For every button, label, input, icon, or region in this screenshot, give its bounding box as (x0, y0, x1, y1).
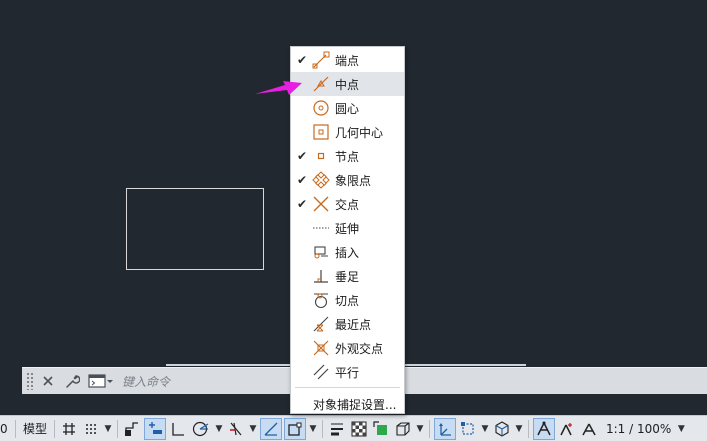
dynamic-input-icon[interactable] (144, 417, 166, 440)
auto-scale-icon[interactable] (557, 418, 577, 440)
quadrant-icon (312, 171, 330, 189)
snap-dots-icon[interactable] (81, 418, 101, 440)
menu-item-label: 延伸 (335, 221, 360, 236)
close-icon[interactable] (38, 371, 58, 391)
menu-item-intersection[interactable]: ✔ 交点 (291, 192, 404, 216)
model-space-button[interactable]: 模型 (20, 418, 50, 440)
menu-item-node[interactable]: ✔ 节点 (291, 144, 404, 168)
menu-item-label: 端点 (335, 53, 360, 68)
drag-grip-icon[interactable] (26, 372, 34, 390)
intersection-icon (313, 196, 329, 212)
gizmo-dropdown-icon[interactable]: ▼ (514, 418, 524, 440)
status-clipped-text: 0 (0, 421, 8, 436)
3d-snap-dropdown-icon[interactable]: ▼ (415, 418, 425, 440)
menu-item-label: 圆心 (335, 101, 360, 116)
transparency-icon[interactable] (349, 418, 369, 440)
checkmark: ✔ (297, 149, 308, 163)
menu-item-label: 中点 (335, 77, 360, 92)
rectangle-shape[interactable] (126, 188, 264, 270)
nearest-icon (313, 316, 329, 332)
apparent-intersection-icon (313, 340, 329, 356)
menu-item-label: 垂足 (335, 269, 360, 284)
menu-item-apparent-intersection[interactable]: 外观交点 (291, 336, 404, 360)
snap-dropdown-icon[interactable]: ▼ (103, 418, 113, 440)
center-icon (313, 100, 329, 116)
grid-icon[interactable] (59, 418, 79, 440)
insert-icon (314, 246, 328, 259)
menu-item-insert[interactable]: 插入 (291, 240, 404, 264)
endpoint-icon (312, 51, 330, 69)
perpendicular-icon (314, 270, 328, 283)
command-window-icon[interactable] (86, 371, 116, 391)
menu-item-label: 交点 (335, 197, 360, 212)
isodraft-icon[interactable] (226, 418, 246, 440)
menu-item-label: 对象捕捉设置... (313, 397, 397, 412)
selection-filter-dropdown-icon[interactable]: ▼ (480, 418, 490, 440)
wrench-icon[interactable] (62, 371, 82, 391)
object-snap-settings-item[interactable]: 对象捕捉设置... (291, 392, 404, 416)
dynamic-ucs-icon[interactable] (434, 417, 456, 440)
menu-item-parallel[interactable]: 平行 (291, 360, 404, 384)
object-snap-tracking-icon[interactable] (260, 417, 282, 440)
annotation-scale-icon[interactable] (579, 418, 599, 440)
selection-cycling-icon[interactable] (371, 418, 391, 440)
3d-object-snap-icon[interactable] (393, 418, 413, 440)
infer-constraints-icon[interactable] (122, 418, 142, 440)
ortho-icon[interactable] (168, 418, 188, 440)
menu-item-label: 节点 (335, 149, 360, 164)
menu-item-label: 外观交点 (335, 341, 384, 356)
lineweight-icon[interactable] (327, 418, 347, 440)
menu-item-label: 几何中心 (335, 125, 384, 140)
midpoint-icon (313, 76, 329, 92)
tangent-icon (314, 293, 328, 309)
menu-divider (295, 387, 400, 388)
menu-item-label: 插入 (335, 245, 360, 260)
annotation-visibility-icon[interactable] (533, 417, 555, 440)
polar-dropdown-icon[interactable]: ▼ (214, 418, 224, 440)
menu-item-endpoint[interactable]: ✔ 端点 (291, 48, 404, 72)
menu-item-nearest[interactable]: 最近点 (291, 312, 404, 336)
polar-tracking-icon[interactable] (190, 418, 212, 440)
menu-item-label: 切点 (335, 293, 360, 308)
menu-item-quadrant[interactable]: ✔ 象限点 (291, 168, 404, 192)
checkmark: ✔ (297, 197, 308, 211)
menu-item-center[interactable]: 圆心 (291, 96, 404, 120)
menu-item-midpoint[interactable]: 中点 (291, 72, 404, 96)
object-snap-dropdown-icon[interactable]: ▼ (308, 418, 318, 440)
gizmo-icon[interactable] (492, 418, 512, 440)
geometric-center-icon (313, 124, 329, 140)
node-icon (317, 152, 325, 160)
menu-item-geometric-center[interactable]: 几何中心 (291, 120, 404, 144)
checkmark: ✔ (297, 173, 308, 187)
annotation-scale-dropdown-icon[interactable]: ▼ (676, 418, 686, 440)
command-input[interactable]: 键入命令 (122, 373, 170, 390)
parallel-icon (313, 364, 329, 380)
extension-icon (313, 227, 329, 229)
isodraft-dropdown-icon[interactable]: ▼ (248, 418, 258, 440)
menu-item-extension[interactable]: 延伸 (291, 216, 404, 240)
menu-item-label: 平行 (335, 365, 360, 380)
object-snap-icon[interactable] (284, 417, 306, 440)
selection-filter-icon[interactable] (458, 418, 478, 440)
menu-item-tangent[interactable]: 切点 (291, 288, 404, 312)
object-snap-menu: ✔ 端点中点圆心几何中心 ✔ 节点 ✔ 象限点 ✔ 交点延伸插入垂足切点最近点外观交点平行对象… (290, 46, 405, 414)
pointer-arrow-icon (255, 81, 302, 95)
menu-item-label: 象限点 (335, 173, 372, 188)
annotation-scale-value[interactable]: 1:1 / 100% (606, 418, 671, 440)
checkmark: ✔ (297, 53, 308, 67)
menu-item-perpendicular[interactable]: 垂足 (291, 264, 404, 288)
status-bar: 0 模型 ▼ ▼ ▼ ▼ ▼ ▼ ▼ 1:1 / 100% ▼ (0, 415, 707, 441)
menu-item-label: 最近点 (335, 317, 372, 332)
